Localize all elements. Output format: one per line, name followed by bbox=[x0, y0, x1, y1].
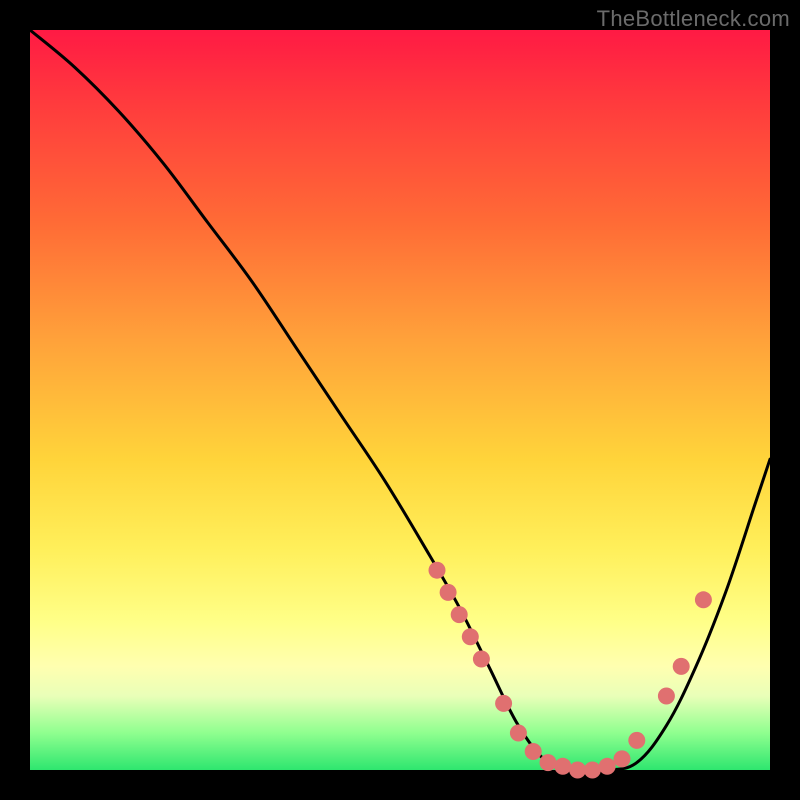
marker-dot bbox=[451, 606, 468, 623]
marker-dot bbox=[599, 758, 616, 775]
chart-stage: TheBottleneck.com bbox=[0, 0, 800, 800]
marker-dot bbox=[673, 658, 690, 675]
chart-svg bbox=[30, 30, 770, 770]
marker-dot bbox=[540, 754, 557, 771]
marker-dot bbox=[628, 732, 645, 749]
marker-dot bbox=[695, 591, 712, 608]
marker-dot bbox=[429, 562, 446, 579]
marker-dot bbox=[658, 688, 675, 705]
marker-dot bbox=[440, 584, 457, 601]
marker-dot bbox=[554, 758, 571, 775]
plot-area bbox=[30, 30, 770, 770]
highlighted-markers bbox=[429, 562, 712, 779]
marker-dot bbox=[473, 651, 490, 668]
bottleneck-curve bbox=[30, 30, 770, 771]
marker-dot bbox=[614, 750, 631, 767]
marker-dot bbox=[584, 762, 601, 779]
marker-dot bbox=[510, 725, 527, 742]
marker-dot bbox=[525, 743, 542, 760]
watermark-text: TheBottleneck.com bbox=[597, 6, 790, 32]
marker-dot bbox=[569, 762, 586, 779]
marker-dot bbox=[495, 695, 512, 712]
marker-dot bbox=[462, 628, 479, 645]
